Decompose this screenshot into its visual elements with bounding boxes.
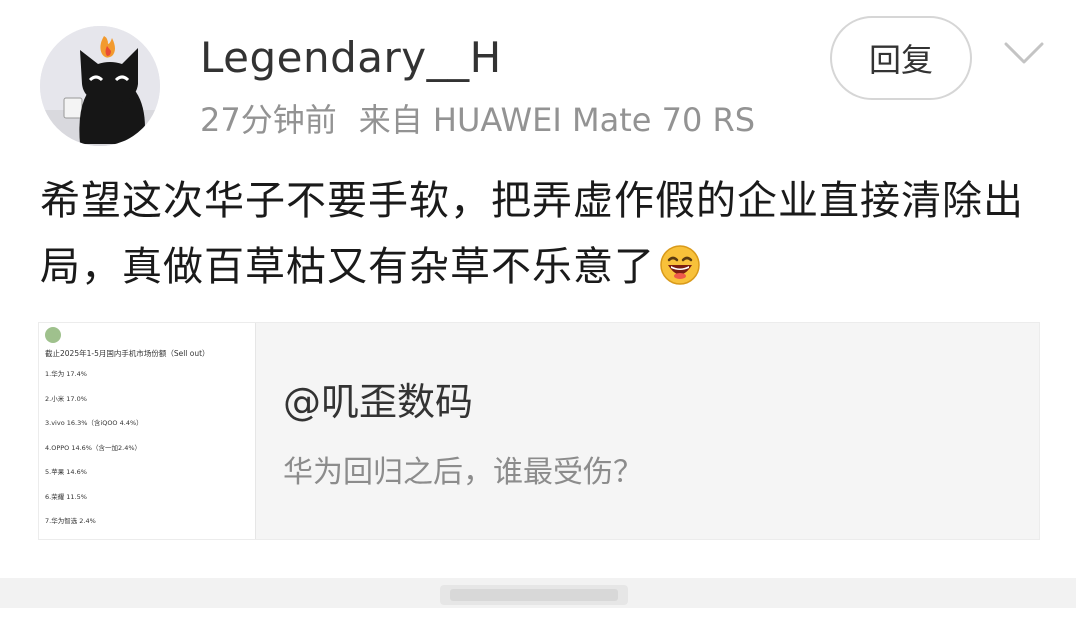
quoted-post-author[interactable]: @叽歪数码 <box>283 379 473 425</box>
thumbnail-list: 1.华为 17.4% 2.小米 17.0% 3.vivo 16.3%（含iQOO… <box>45 369 143 539</box>
quoted-post-thumbnail: 截止2025年1-5月国内手机市场份额（Sell out） 1.华为 17.4%… <box>39 323 256 539</box>
thumbnail-heading: 截止2025年1-5月国内手机市场份额（Sell out） <box>45 349 210 358</box>
weibo-comment: Legendary__H 27分钟前 来自 HUAWEI Mate 70 RS 回… <box>0 0 1076 620</box>
laughing-emoji-icon <box>660 245 700 285</box>
thumbnail-list-item: 2.小米 17.0% <box>45 394 87 403</box>
black-cat-avatar-icon <box>40 26 160 146</box>
chevron-down-icon[interactable] <box>1000 38 1048 68</box>
username[interactable]: Legendary__H <box>200 32 502 84</box>
thumbnail-list-item: 1.华为 17.4% <box>45 370 87 378</box>
watermark-icon <box>440 585 628 605</box>
post-time: 27分钟前 <box>200 101 337 139</box>
post-text: 希望这次华子不要手软，把弄虚作假的企业直接清除出局，真做百草枯又有杂草不乐意了 <box>40 178 1024 290</box>
post-content: 希望这次华子不要手软，把弄虚作假的企业直接清除出局，真做百草枯又有杂草不乐意了 <box>40 168 1040 300</box>
user-avatar[interactable] <box>40 26 160 146</box>
quoted-post-card[interactable]: 截止2025年1-5月国内手机市场份额（Sell out） 1.华为 17.4%… <box>38 322 1040 540</box>
thumbnail-list-item: 7.华为智选 2.4% <box>45 517 96 525</box>
reply-button[interactable]: 回复 <box>830 16 972 100</box>
thumbnail-list-item: 5.苹果 14.6% <box>45 468 87 476</box>
quoted-post-title: 华为回归之后，谁最受伤？ <box>283 455 643 490</box>
post-source: 来自 HUAWEI Mate 70 RS <box>358 101 756 139</box>
post-meta: 27分钟前 来自 HUAWEI Mate 70 RS <box>200 99 755 141</box>
thumbnail-avatar <box>45 327 61 343</box>
thumbnail-list-item: 6.荣耀 11.5% <box>45 492 87 501</box>
thumbnail-header <box>45 327 61 343</box>
thumbnail-list-item: 3.vivo 16.3%（含iQOO 4.4%） <box>45 419 143 427</box>
thumbnail-list-item: 4.OPPO 14.6%（含一加2.4%） <box>45 443 142 452</box>
